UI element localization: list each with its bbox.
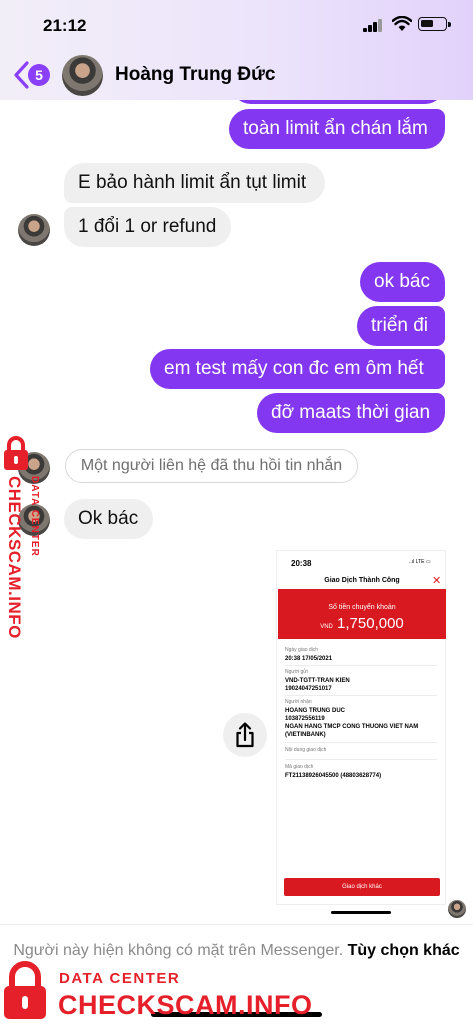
receipt-divider bbox=[285, 759, 437, 760]
chat-header: 21:12 5 Hoàng Trung Đức bbox=[0, 0, 473, 100]
outgoing-message[interactable]: em test mấy con đc em ôm hết bbox=[150, 349, 445, 389]
receipt-amount-value: 1,750,000 bbox=[337, 615, 404, 632]
receipt-amount: VND 1,750,000 bbox=[278, 615, 446, 632]
battery-icon bbox=[418, 17, 451, 31]
receipt-recipient-label: Người nhận bbox=[285, 699, 312, 705]
cellular-signal-icon bbox=[363, 19, 383, 32]
incoming-message[interactable]: E bảo hành limit ẩn tụt limit bbox=[64, 163, 325, 203]
padlock-icon bbox=[4, 436, 28, 470]
receipt-recipient-account: 103872556119 bbox=[285, 716, 325, 722]
incoming-message[interactable]: Ok bác bbox=[64, 499, 153, 539]
receipt-content-label: Nội dung giao dịch bbox=[285, 747, 327, 753]
unsent-message-notice: Một người liên hệ đã thu hồi tin nhắn bbox=[65, 449, 358, 483]
watermark-brand: CHECKSCAM.INFO bbox=[58, 990, 313, 1020]
bank-receipt-image[interactable]: 20:38 ..ıl LTE ▭ Giao Dịch Thành Công ✕ … bbox=[276, 550, 446, 905]
receipt-code-label: Mã giao dịch bbox=[285, 764, 314, 770]
receipt-title: Giao Dịch Thành Công bbox=[324, 577, 400, 584]
contact-name[interactable]: Hoàng Trung Đức bbox=[115, 64, 275, 86]
seen-receipt-avatar bbox=[448, 900, 466, 918]
chat-screen: 21:12 5 Hoàng Trung Đức toàn limit ẩn ch… bbox=[0, 0, 473, 1024]
footer-unavailable-text: Người này hiện không có mặt trên Messeng… bbox=[13, 942, 344, 959]
receipt-status-icons: ..ıl LTE ▭ bbox=[409, 559, 431, 565]
receipt-currency: VND bbox=[320, 624, 333, 630]
receipt-other-transaction-button: Giao dịch khác bbox=[284, 878, 440, 896]
receipt-recipient-name: HOANG TRUNG DUC bbox=[285, 708, 345, 714]
receipt-status-time: 20:38 bbox=[291, 559, 312, 568]
padlock-icon bbox=[4, 961, 46, 1019]
share-icon bbox=[236, 722, 254, 748]
receipt-recipient-bank: NGAN HANG TMCP CONG THUONG VIET NAM bbox=[285, 724, 419, 730]
status-time: 21:12 bbox=[43, 16, 87, 35]
receipt-divider bbox=[285, 742, 437, 743]
receipt-code-value: FT21138926045500 (48803628774) bbox=[285, 773, 382, 779]
outgoing-message[interactable]: đỡ maats thời gian bbox=[257, 393, 445, 433]
receipt-divider bbox=[285, 665, 437, 666]
share-button[interactable] bbox=[223, 713, 267, 757]
receipt-sender-label: Người gửi bbox=[285, 669, 308, 675]
contact-avatar[interactable] bbox=[62, 55, 103, 96]
watermark-side-brand: CHECKSCAM.INFO bbox=[5, 476, 24, 639]
outgoing-message[interactable]: triển đi bbox=[357, 306, 445, 346]
receipt-divider bbox=[285, 695, 437, 696]
receipt-home-indicator bbox=[331, 911, 391, 914]
close-icon: ✕ bbox=[432, 575, 442, 587]
receipt-amount-panel: Số tiền chuyển khoản VND 1,750,000 bbox=[278, 589, 446, 639]
receipt-date-value: 20:38 17/05/2021 bbox=[285, 656, 333, 662]
outgoing-message[interactable]: toàn limit ẩn chán lắm bbox=[229, 109, 445, 149]
receipt-transfer-label: Số tiền chuyển khoản bbox=[328, 604, 396, 611]
contact-avatar-small bbox=[18, 214, 50, 246]
receipt-date-label: Ngày giao dịch bbox=[285, 647, 319, 653]
outgoing-message[interactable]: ok bác bbox=[360, 262, 445, 302]
incoming-message[interactable]: 1 đổi 1 or refund bbox=[64, 207, 231, 247]
unread-count-badge[interactable]: 5 bbox=[28, 64, 50, 86]
watermark-data-center: DATA CENTER bbox=[59, 970, 181, 987]
wifi-icon bbox=[392, 16, 412, 31]
receipt-recipient-bank-short: (VIETINBANK) bbox=[285, 732, 326, 738]
receipt-sender-account: 19024047251017 bbox=[285, 686, 332, 692]
receipt-sender-name: VND-TGTT-TRAN KIEN bbox=[285, 678, 350, 684]
watermark-side-data-center: DATA CENTER bbox=[29, 476, 40, 557]
footer-message: Người này hiện không có mặt trên Messeng… bbox=[0, 941, 473, 961]
more-options-link[interactable]: Tùy chọn khác bbox=[348, 942, 460, 959]
